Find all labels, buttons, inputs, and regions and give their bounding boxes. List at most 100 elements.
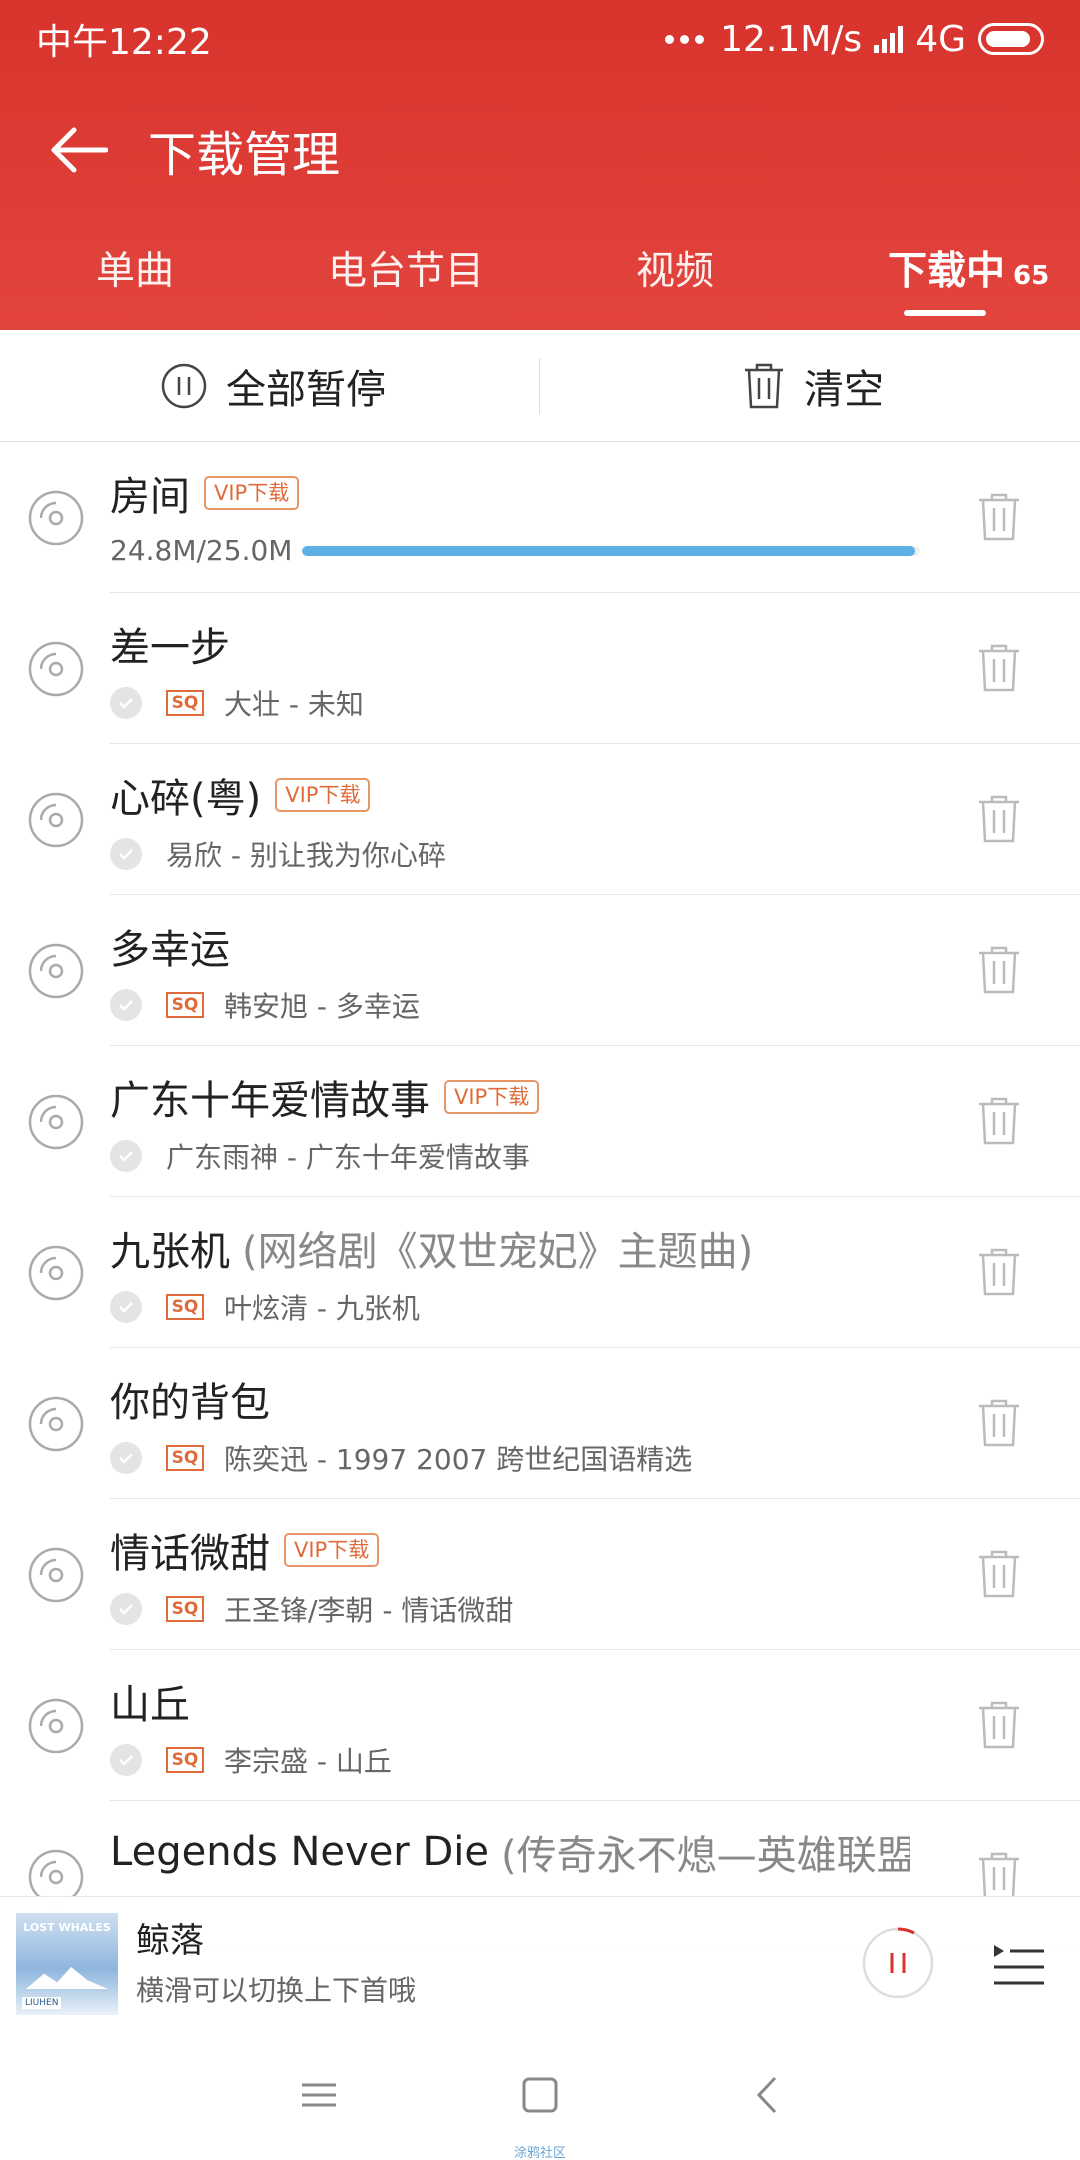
mini-player[interactable]: LOST WHALES LIUHEN 鲸落 横滑可以切换上下首哦	[0, 1896, 1080, 2030]
song-title: 多幸运	[110, 927, 230, 973]
song-title-row: 广东十年爱情故事 VIP下载	[110, 1068, 540, 1126]
delete-trash-icon[interactable]	[976, 945, 1022, 995]
song-title: 广东十年爱情故事	[110, 1078, 430, 1124]
list-item[interactable]: 九张机 (网络剧《双世宠妃》主题曲) SQ 叶炫清 - 九张机	[0, 1197, 1080, 1348]
song-title: 差一步	[110, 625, 230, 671]
download-actions: 全部暂停 清空	[0, 330, 1080, 442]
artist-album: 广东雨神 - 广东十年爱情故事	[166, 1141, 530, 1174]
song-meta: SQ 大壮 - 未知	[110, 683, 364, 723]
pause-button[interactable]	[862, 1927, 934, 1999]
check-icon	[110, 1291, 142, 1323]
download-progress-bar	[302, 546, 920, 556]
home-icon[interactable]	[515, 2070, 565, 2120]
song-title-row: 九张机 (网络剧《双世宠妃》主题曲)	[110, 1219, 753, 1277]
back-nav-icon[interactable]	[743, 2070, 793, 2120]
playlist-icon[interactable]	[990, 1935, 1046, 1991]
check-icon	[110, 687, 142, 719]
check-icon	[110, 1744, 142, 1776]
artist-album: 大壮 - 未知	[224, 688, 364, 721]
tab-indicator	[904, 310, 986, 316]
pause-all-button[interactable]: 全部暂停	[160, 330, 386, 442]
list-item[interactable]: 心碎(粤) VIP下载 易欣 - 别让我为你心碎	[0, 744, 1080, 895]
tab-bar: 单曲 电台节目 视频 下载中 65	[0, 240, 1080, 320]
song-meta: SQ 陈奕迅 - 1997 2007 跨世纪国语精选	[110, 1438, 692, 1478]
delete-trash-icon[interactable]	[976, 643, 1022, 693]
signal-icon	[874, 25, 904, 53]
song-title: 情话微甜	[110, 1531, 270, 1577]
battery-icon	[978, 23, 1044, 55]
list-item[interactable]: 你的背包 SQ 陈奕迅 - 1997 2007 跨世纪国语精选	[0, 1348, 1080, 1499]
app-header: 中午12:22 12.1M/s 4G 下载管理 单曲 电台节目 视频 下载中 65	[0, 0, 1080, 330]
disc-icon	[28, 943, 84, 999]
check-icon	[110, 989, 142, 1021]
delete-trash-icon[interactable]	[976, 1549, 1022, 1599]
tab-radio[interactable]: 电台节目	[328, 240, 484, 296]
song-title-row: Legends Never Die (传奇永不熄—英雄联盟...	[110, 1823, 910, 1881]
more-dots-icon	[665, 34, 705, 44]
list-item[interactable]: 多幸运 SQ 韩安旭 - 多幸运	[0, 895, 1080, 1046]
tab-singles[interactable]: 单曲	[96, 240, 174, 296]
sq-quality-badge: SQ	[166, 992, 204, 1018]
progress-fill	[302, 546, 916, 556]
disc-icon	[28, 641, 84, 697]
tab-video[interactable]: 视频	[636, 240, 714, 296]
artist-album: 李宗盛 - 山丘	[224, 1745, 392, 1778]
delete-trash-icon[interactable]	[976, 1247, 1022, 1297]
download-list: 房间 VIP下载 24.8M/25.0M 差一步 SQ 大壮 - 未知心碎(粤) VI…	[0, 442, 1080, 1952]
delete-trash-icon[interactable]	[976, 794, 1022, 844]
tab-downloading[interactable]: 下载中 65	[888, 240, 1049, 296]
clear-label: 清空	[804, 367, 884, 413]
song-subtitle: (网络剧《双世宠妃》主题曲)	[242, 1229, 754, 1275]
song-title: 山丘	[110, 1682, 190, 1728]
song-title: 心碎(粤)	[110, 776, 262, 822]
player-title: 鲸落	[136, 1921, 204, 1961]
vip-badge: VIP下载	[275, 778, 371, 812]
song-meta: SQ 李宗盛 - 山丘	[110, 1740, 392, 1780]
delete-trash-icon[interactable]	[976, 1398, 1022, 1448]
song-title-row: 多幸运	[110, 917, 230, 975]
song-subtitle: (传奇永不熄—英雄联盟...	[500, 1833, 910, 1879]
sq-quality-badge: SQ	[166, 1445, 204, 1471]
list-item[interactable]: 差一步 SQ 大壮 - 未知	[0, 593, 1080, 744]
song-title-row: 你的背包	[110, 1370, 270, 1428]
delete-trash-icon[interactable]	[976, 1851, 1022, 1901]
sq-quality-badge: SQ	[166, 690, 204, 716]
delete-trash-icon[interactable]	[976, 492, 1022, 542]
artist-album: 韩安旭 - 多幸运	[224, 990, 420, 1023]
cover-title: LOST WHALES	[23, 1921, 111, 1934]
song-title-row: 差一步	[110, 615, 230, 673]
vip-badge: VIP下载	[204, 476, 300, 510]
cover-logo: LIUHEN	[22, 1997, 62, 2009]
list-item[interactable]: 山丘 SQ 李宗盛 - 山丘	[0, 1650, 1080, 1801]
tab-downloading-count: 65	[1013, 261, 1050, 291]
tab-downloading-label: 下载中	[888, 249, 1006, 294]
artist-album: 叶炫清 - 九张机	[224, 1292, 420, 1325]
list-item[interactable]: 情话微甜 VIP下载 SQ 王圣锋/李朝 - 情话微甜	[0, 1499, 1080, 1650]
delete-trash-icon[interactable]	[976, 1096, 1022, 1146]
system-nav-bar	[0, 2030, 1080, 2160]
song-title: 房间	[110, 474, 190, 520]
disc-icon	[28, 1547, 84, 1603]
check-icon	[110, 1442, 142, 1474]
song-meta: SQ 叶炫清 - 九张机	[110, 1287, 420, 1327]
delete-trash-icon[interactable]	[976, 1700, 1022, 1750]
list-item[interactable]: 广东十年爱情故事 VIP下载广东雨神 - 广东十年爱情故事	[0, 1046, 1080, 1197]
disc-icon	[28, 792, 84, 848]
status-time: 中午12:22	[36, 22, 212, 63]
page-title: 下载管理	[148, 127, 341, 183]
pause-all-label: 全部暂停	[226, 367, 386, 413]
back-button[interactable]	[38, 110, 118, 190]
song-meta: SQ 韩安旭 - 多幸运	[110, 985, 420, 1025]
list-item[interactable]: 房间 VIP下载 24.8M/25.0M	[0, 442, 1080, 593]
song-title: 你的背包	[110, 1380, 270, 1426]
disc-icon	[28, 1396, 84, 1452]
clear-button[interactable]: 清空	[742, 330, 884, 442]
player-hint: 横滑可以切换上下首哦	[136, 1974, 417, 2007]
sq-quality-badge: SQ	[166, 1747, 204, 1773]
check-icon	[110, 1140, 142, 1172]
vip-badge: VIP下载	[284, 1533, 380, 1567]
menu-icon[interactable]	[294, 2070, 344, 2120]
artist-album: 王圣锋/李朝 - 情话微甜	[224, 1594, 514, 1627]
vip-badge: VIP下载	[444, 1080, 540, 1114]
album-cover[interactable]: LOST WHALES LIUHEN	[16, 1913, 118, 2015]
